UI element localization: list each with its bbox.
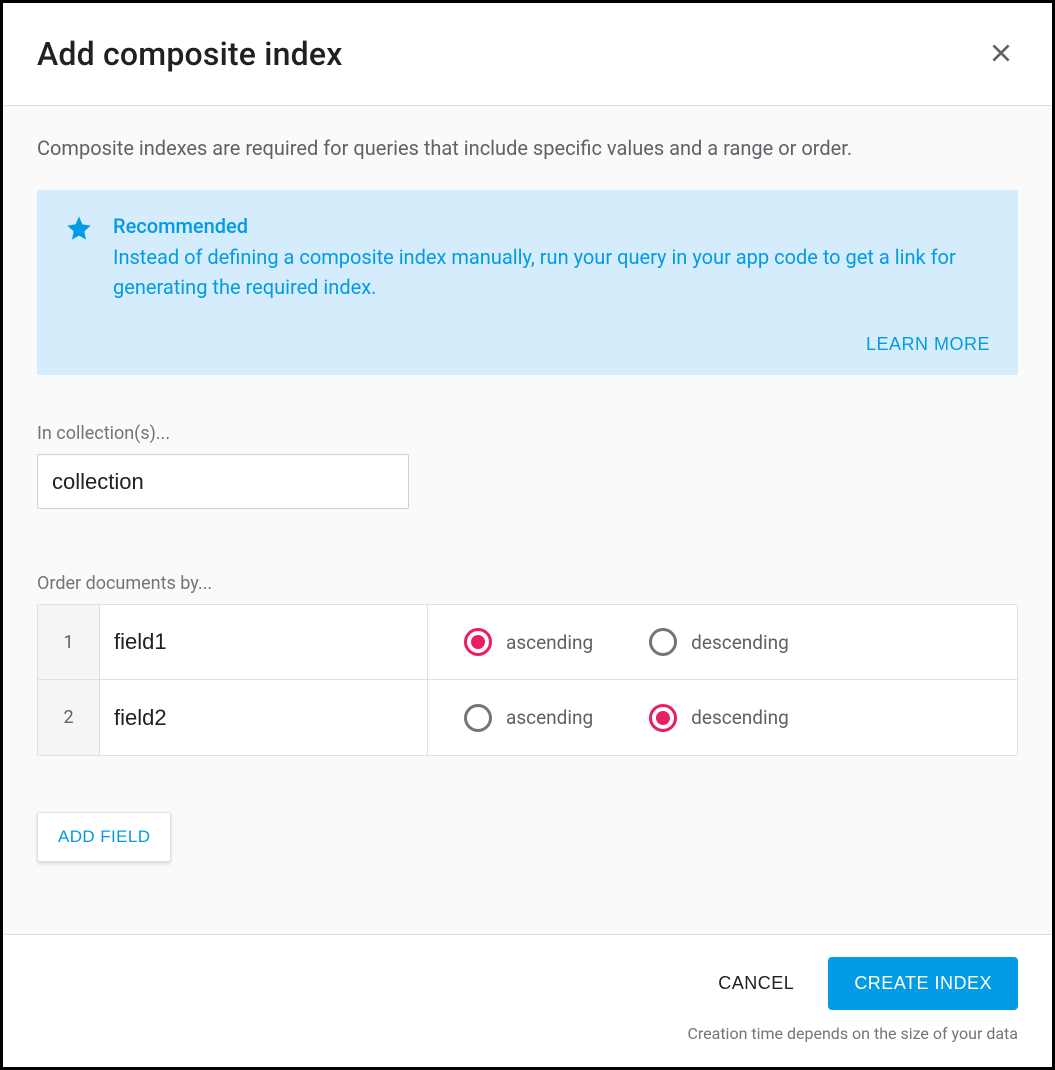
descending-label: descending bbox=[691, 631, 789, 654]
table-row: 1 ascending descending bbox=[38, 605, 1017, 680]
info-title: Recommended bbox=[113, 214, 990, 238]
footer-note: Creation time depends on the size of you… bbox=[687, 1024, 1018, 1043]
footer-actions: CANCEL CREATE INDEX bbox=[712, 957, 1018, 1010]
learn-more-link[interactable]: LEARN MORE bbox=[866, 334, 990, 355]
sort-direction-cell: ascending descending bbox=[428, 605, 1017, 679]
create-index-button[interactable]: CREATE INDEX bbox=[828, 957, 1018, 1010]
recommended-info-box: Recommended Instead of defining a compos… bbox=[37, 190, 1018, 375]
info-text: Instead of defining a composite index ma… bbox=[113, 242, 990, 302]
ascending-radio-1[interactable]: ascending bbox=[464, 628, 593, 656]
add-composite-index-dialog: Add composite index Composite indexes ar… bbox=[3, 3, 1052, 1067]
ascending-radio-2[interactable]: ascending bbox=[464, 704, 593, 732]
learn-more-row: LEARN MORE bbox=[65, 334, 990, 355]
radio-icon bbox=[464, 628, 492, 656]
ascending-label: ascending bbox=[506, 706, 593, 729]
info-text-block: Recommended Instead of defining a compos… bbox=[113, 214, 990, 302]
descending-label: descending bbox=[691, 706, 789, 729]
collection-input[interactable] bbox=[37, 454, 409, 509]
field-name-cell bbox=[100, 680, 428, 755]
order-label: Order documents by... bbox=[37, 573, 1018, 594]
dialog-header: Add composite index bbox=[3, 3, 1052, 106]
close-button[interactable] bbox=[984, 36, 1018, 73]
table-row: 2 ascending descending bbox=[38, 680, 1017, 755]
dialog-footer: CANCEL CREATE INDEX Creation time depend… bbox=[3, 934, 1052, 1067]
row-number: 2 bbox=[38, 680, 100, 755]
field-name-input-1[interactable] bbox=[114, 629, 413, 655]
descending-radio-2[interactable]: descending bbox=[649, 704, 789, 732]
dialog-title: Add composite index bbox=[37, 35, 343, 73]
cancel-button[interactable]: CANCEL bbox=[712, 961, 800, 1006]
ascending-label: ascending bbox=[506, 631, 593, 654]
star-icon bbox=[65, 214, 93, 302]
add-field-button[interactable]: ADD FIELD bbox=[37, 812, 171, 862]
row-number: 1 bbox=[38, 605, 100, 679]
close-icon bbox=[988, 40, 1014, 69]
radio-icon bbox=[649, 628, 677, 656]
dialog-description: Composite indexes are required for queri… bbox=[37, 134, 1018, 162]
radio-icon bbox=[649, 704, 677, 732]
field-name-input-2[interactable] bbox=[114, 705, 413, 731]
sort-direction-cell: ascending descending bbox=[428, 680, 1017, 755]
collection-label: In collection(s)... bbox=[37, 423, 1018, 444]
field-name-cell bbox=[100, 605, 428, 679]
descending-radio-1[interactable]: descending bbox=[649, 628, 789, 656]
dialog-content: Composite indexes are required for queri… bbox=[3, 106, 1052, 934]
info-top: Recommended Instead of defining a compos… bbox=[65, 214, 990, 302]
radio-icon bbox=[464, 704, 492, 732]
order-fields-table: 1 ascending descending 2 bbox=[37, 604, 1018, 756]
